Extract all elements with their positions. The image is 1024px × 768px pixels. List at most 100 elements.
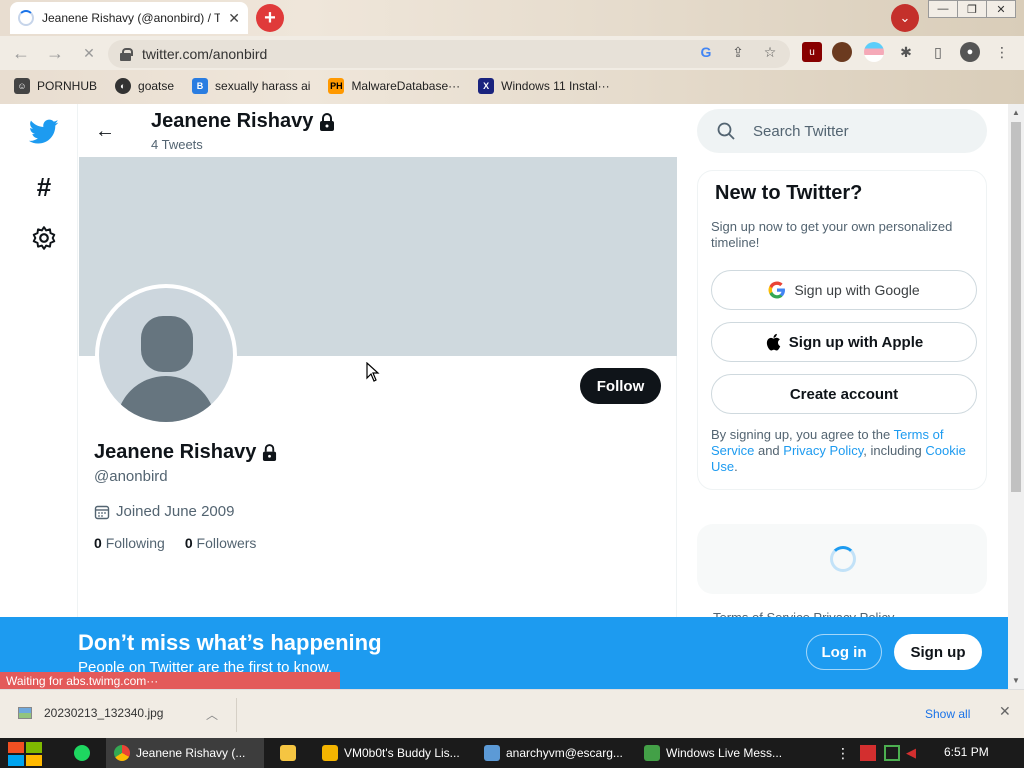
taskbar-item-label: Jeanene Rishavy (... <box>136 746 246 760</box>
joined-date: Joined June 2009 <box>94 503 234 520</box>
followers-count: 0 <box>184 535 193 551</box>
signup-button[interactable]: Sign up <box>894 634 982 670</box>
tab-search-icon[interactable]: ⌄ <box>891 4 919 32</box>
stop-loading-icon[interactable]: ✕ <box>78 42 100 64</box>
bookmark-star-icon[interactable]: ☆ <box>760 42 780 62</box>
download-filename: 20230213_132340.jpg <box>44 706 164 720</box>
profile-handle: @anonbird <box>94 468 168 485</box>
search-placeholder: Search Twitter <box>753 122 849 140</box>
back-arrow-icon[interactable]: ← <box>95 120 115 143</box>
profile-name: Jeanene Rishavy <box>94 441 277 464</box>
bookmark-item[interactable]: B sexually harass ai <box>192 78 310 94</box>
tray-volume-icon[interactable]: ◀ <box>906 745 922 761</box>
new-tab-button[interactable]: + <box>256 4 284 32</box>
terms-text: By signing up, you agree to the Terms of… <box>711 427 979 475</box>
aim-icon <box>322 745 338 761</box>
taskbar-item[interactable]: Windows Live Mess... <box>636 738 790 768</box>
start-button[interactable] <box>8 742 42 766</box>
bookmarks-bar: ☺ PORNHUB ◐ goatse B sexually harass ai … <box>0 72 1024 100</box>
tray-network-icon[interactable] <box>884 745 900 761</box>
explore-hashtag-icon[interactable]: # <box>28 171 60 203</box>
bookmark-label: MalwareDatabase··· <box>351 79 461 93</box>
bookmark-label: PORNHUB <box>37 79 98 93</box>
terminal-icon <box>484 745 500 761</box>
calendar-icon <box>94 505 110 519</box>
menu-kebab-icon[interactable]: ⋮ <box>992 42 1012 62</box>
chevron-up-icon[interactable]: ︿ <box>206 706 218 723</box>
tweet-count: 4 Tweets <box>151 137 203 152</box>
close-window-button[interactable]: ✕ <box>986 0 1016 18</box>
tab-close-icon[interactable]: ✕ <box>228 10 240 27</box>
back-nav-icon[interactable]: ← <box>10 42 32 64</box>
signup-card: New to Twitter? Sign up now to get your … <box>697 170 987 490</box>
page-scrollbar[interactable]: ▲ ▼ <box>1008 104 1024 689</box>
search-input[interactable]: Search Twitter <box>697 109 987 153</box>
apple-signup-button[interactable]: Sign up with Apple <box>711 322 977 362</box>
share-icon[interactable]: ⇪ <box>728 42 748 62</box>
bookmark-item[interactable]: PH MalwareDatabase··· <box>328 78 460 94</box>
left-nav: # <box>0 104 78 689</box>
apple-signup-label: Sign up with Apple <box>788 333 924 351</box>
url-text: twitter.com/anonbird <box>142 46 268 62</box>
mouse-cursor-icon <box>366 362 380 382</box>
followers-label: Followers <box>196 535 257 551</box>
profile-header: ← Jeanene Rishavy 4 Tweets <box>79 104 677 157</box>
privacy-link[interactable]: Privacy Policy <box>783 443 863 458</box>
browser-tab[interactable]: Jeanene Rishavy (@anonbird) / Twitter ✕ <box>10 2 248 34</box>
google-lens-icon[interactable]: G <box>696 42 716 62</box>
joined-text: Joined June 2009 <box>116 503 235 520</box>
tray-flag-icon[interactable] <box>860 745 876 761</box>
taskbar-item[interactable]: VM0b0t's Buddy Lis... <box>314 738 466 768</box>
downloads-bar: 20230213_132340.jpg ︿ Show all ✕ <box>0 689 1024 739</box>
taskbar-clock[interactable]: 6:51 PM <box>944 745 989 759</box>
settings-gear-icon[interactable] <box>28 222 60 254</box>
profile-icon[interactable]: ● <box>960 42 980 62</box>
header-name: Jeanene Rishavy <box>151 110 335 133</box>
bookmark-item[interactable]: X Windows 11 Instal··· <box>478 78 610 94</box>
forward-nav-icon[interactable]: → <box>44 42 66 64</box>
ph-icon: ☺ <box>14 78 30 94</box>
loading-spinner-icon <box>830 546 856 572</box>
file-explorer-icon[interactable] <box>272 738 306 768</box>
follow-button[interactable]: Follow <box>580 368 661 404</box>
flag-extension-icon[interactable] <box>864 42 884 62</box>
address-bar[interactable]: twitter.com/anonbird <box>108 40 790 68</box>
show-all-link[interactable]: Show all <box>925 707 970 721</box>
google-signup-button[interactable]: Sign up with Google <box>711 270 977 310</box>
ph-icon: PH <box>328 78 345 94</box>
avatar[interactable] <box>95 284 237 426</box>
taskbar-app-icon[interactable] <box>70 738 92 768</box>
ublock-icon[interactable]: u <box>802 42 822 62</box>
maximize-button[interactable]: ❐ <box>957 0 987 18</box>
download-item[interactable]: 20230213_132340.jpg <box>18 706 163 720</box>
create-account-button[interactable]: Create account <box>711 374 977 414</box>
taskbar-item[interactable]: Jeanene Rishavy (... <box>106 738 264 768</box>
extension-avatar-icon[interactable] <box>832 42 852 62</box>
followers-link[interactable]: 0 Followers <box>185 535 257 551</box>
tab-title: Jeanene Rishavy (@anonbird) / Twitter <box>42 11 221 25</box>
scrollbar-thumb[interactable] <box>1011 122 1021 492</box>
status-bubble: Waiting for abs.twimg.com··· <box>0 672 340 689</box>
divider <box>236 698 237 732</box>
bookmark-item[interactable]: ◐ goatse <box>115 78 174 94</box>
scroll-up-icon[interactable]: ▲ <box>1012 108 1020 117</box>
bookmark-label: goatse <box>138 79 175 93</box>
trends-loading <box>697 524 987 594</box>
terms-pre: By signing up, you agree to the <box>711 427 894 442</box>
chat-icon: B <box>192 78 209 94</box>
close-downloads-icon[interactable]: ✕ <box>999 703 1011 720</box>
extensions-puzzle-icon[interactable]: ✱ <box>896 42 916 62</box>
minimize-button[interactable]: — <box>928 0 958 18</box>
twitter-bird-icon[interactable] <box>28 116 60 148</box>
side-panel-icon[interactable]: ▯ <box>928 42 948 62</box>
following-count: 0 <box>94 535 102 551</box>
taskbar-item[interactable]: anarchyvm@escarg... <box>476 738 630 768</box>
login-button[interactable]: Log in <box>806 634 882 670</box>
scroll-down-icon[interactable]: ▼ <box>1012 676 1020 685</box>
bookmark-item[interactable]: ☺ PORNHUB <box>14 78 97 94</box>
taskbar-item-label: Windows Live Mess... <box>666 746 783 760</box>
tray-overflow-icon[interactable]: ⋮ <box>836 745 852 761</box>
browser-chrome: Jeanene Rishavy (@anonbird) / Twitter ✕ … <box>0 0 1024 104</box>
taskbar-item-label: VM0b0t's Buddy Lis... <box>344 746 460 760</box>
following-link[interactable]: 0 Following <box>94 535 165 551</box>
